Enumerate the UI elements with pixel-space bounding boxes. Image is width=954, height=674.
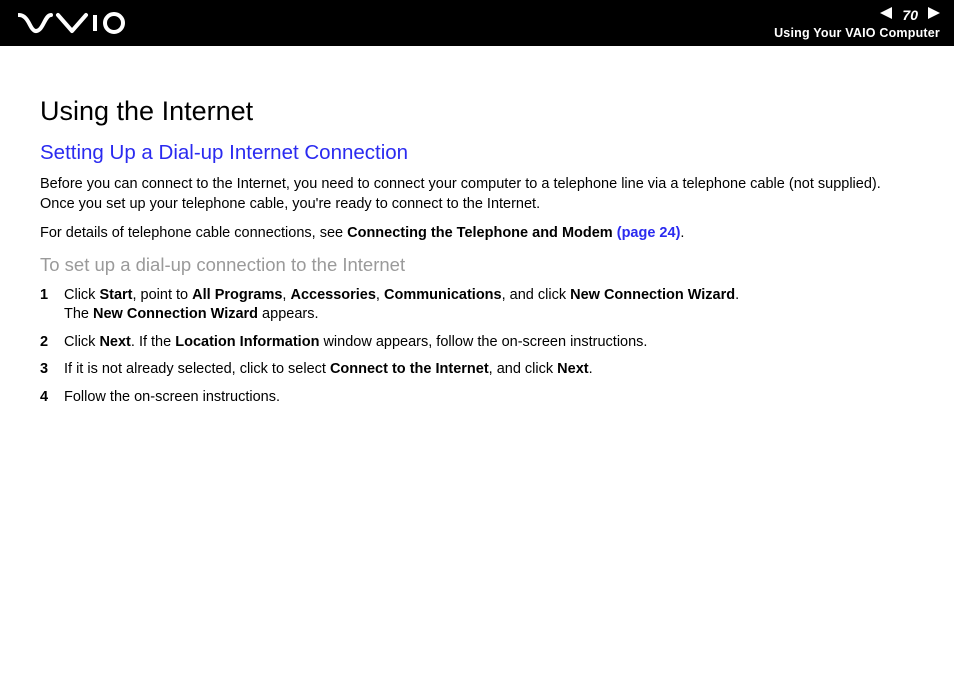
intro2-post: . xyxy=(680,225,684,241)
page-content: Using the Internet Setting Up a Dial-up … xyxy=(0,46,954,436)
step-number: 2 xyxy=(40,333,64,353)
bold-term: Connect to the Internet xyxy=(330,361,489,377)
bold-term: Next xyxy=(557,361,588,377)
text-run: . xyxy=(735,287,739,303)
intro-paragraph-1: Before you can connect to the Internet, … xyxy=(40,175,914,214)
step-text: Click Next. If the Location Information … xyxy=(64,333,914,353)
bold-term: New Connection Wizard xyxy=(570,287,735,303)
steps-list: 1Click Start, point to All Programs, Acc… xyxy=(40,286,914,408)
bold-term: Accessories xyxy=(290,287,375,303)
text-run: , xyxy=(376,287,384,303)
step-item: 4Follow the on-screen instructions. xyxy=(40,388,914,408)
bold-term: Next xyxy=(99,334,130,350)
text-run: If it is not already selected, click to … xyxy=(64,361,330,377)
text-run: Click xyxy=(64,287,99,303)
page-number: 70 xyxy=(900,7,920,23)
text-run: The xyxy=(64,306,93,322)
header-right: 70 Using Your VAIO Computer xyxy=(774,6,940,40)
text-run: Follow the on-screen instructions. xyxy=(64,389,280,405)
step-item: 1Click Start, point to All Programs, Acc… xyxy=(40,286,914,325)
bold-term: All Programs xyxy=(192,287,282,303)
page-title: Using the Internet xyxy=(40,96,914,127)
bold-term: Location Information xyxy=(175,334,319,350)
text-run: window appears, follow the on-screen ins… xyxy=(319,334,647,350)
bold-term: Communications xyxy=(384,287,502,303)
text-run: . If the xyxy=(131,334,175,350)
section-heading: Setting Up a Dial-up Internet Connection xyxy=(40,141,914,165)
step-text: If it is not already selected, click to … xyxy=(64,360,914,380)
bold-term: New Connection Wizard xyxy=(93,306,258,322)
procedure-heading: To set up a dial-up connection to the In… xyxy=(40,254,914,276)
text-run: Click xyxy=(64,334,99,350)
text-run: , and click xyxy=(489,361,558,377)
step-text: Follow the on-screen instructions. xyxy=(64,388,914,408)
step-number: 3 xyxy=(40,360,64,380)
bold-term: Start xyxy=(99,287,132,303)
vaio-logo xyxy=(18,11,128,35)
next-page-icon[interactable] xyxy=(926,6,940,24)
text-run: , and click xyxy=(502,287,571,303)
header-bar: 70 Using Your VAIO Computer xyxy=(0,0,954,46)
intro2-pre: For details of telephone cable connectio… xyxy=(40,225,347,241)
step-item: 3If it is not already selected, click to… xyxy=(40,360,914,380)
page-nav: 70 xyxy=(880,6,940,24)
text-run: appears. xyxy=(258,306,318,322)
text-run: . xyxy=(589,361,593,377)
intro-paragraph-2: For details of telephone cable connectio… xyxy=(40,224,914,244)
page-cross-reference[interactable]: (page 24) xyxy=(617,225,681,241)
text-run: , point to xyxy=(133,287,193,303)
step-number: 4 xyxy=(40,388,64,408)
step-text: Click Start, point to All Programs, Acce… xyxy=(64,286,914,325)
intro2-bold: Connecting the Telephone and Modem xyxy=(347,225,617,241)
header-section-title: Using Your VAIO Computer xyxy=(774,26,940,40)
prev-page-icon[interactable] xyxy=(880,6,894,24)
step-item: 2Click Next. If the Location Information… xyxy=(40,333,914,353)
step-number: 1 xyxy=(40,286,64,325)
